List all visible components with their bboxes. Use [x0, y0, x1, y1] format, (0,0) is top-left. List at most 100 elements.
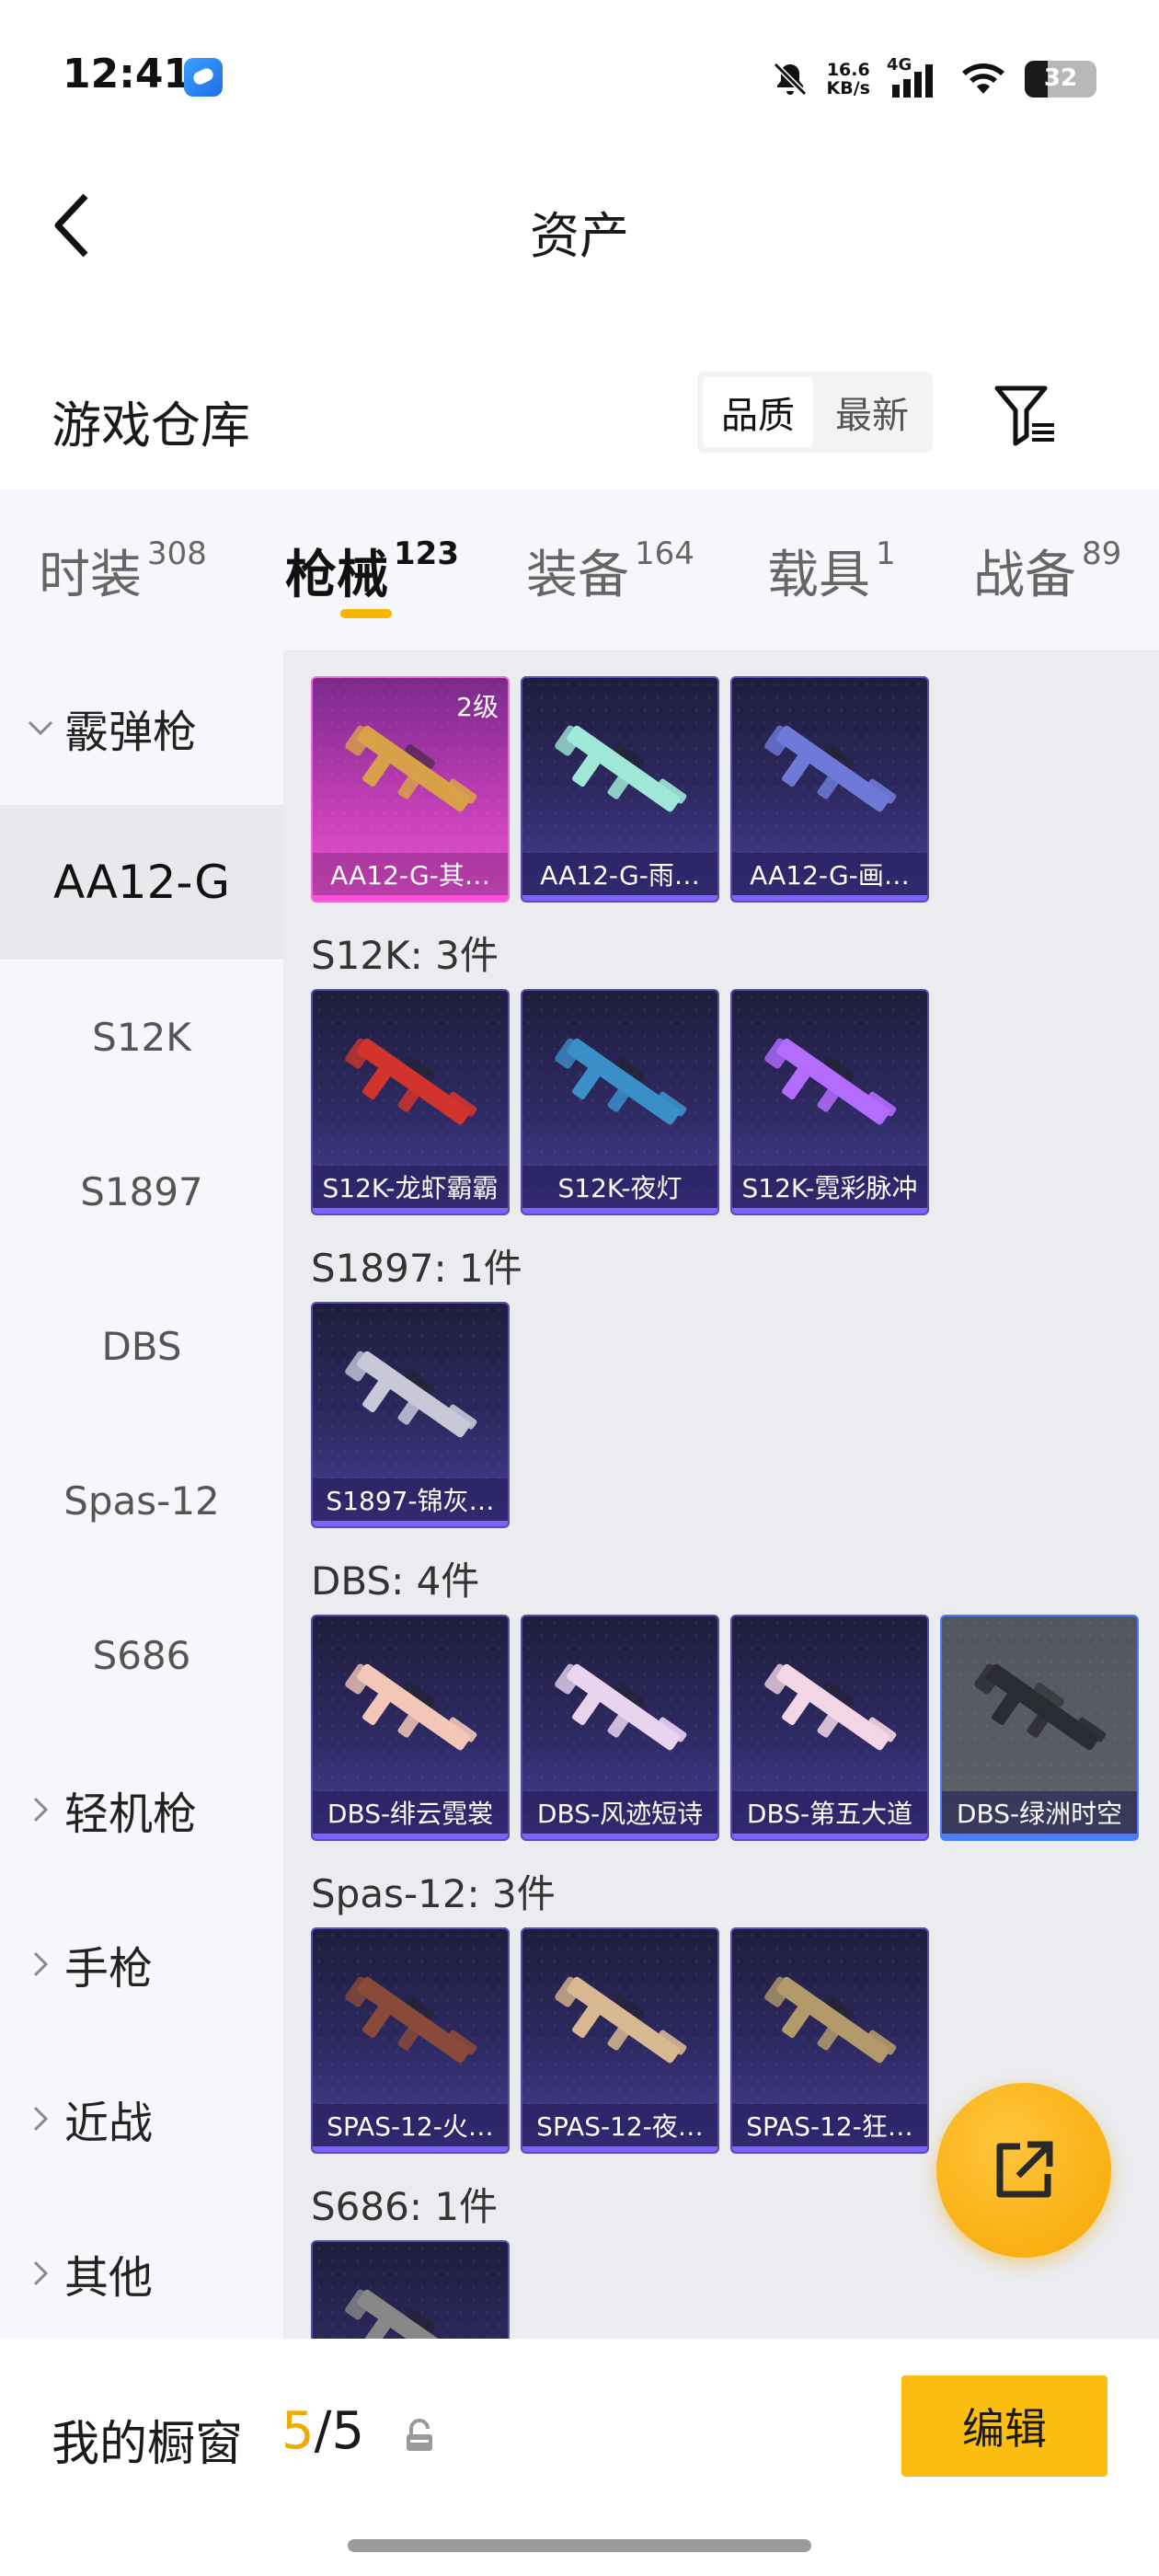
group-title: S1897: 1件	[311, 1246, 522, 1291]
weapon-skin-name: S12K-霓彩脉冲	[732, 1166, 927, 1213]
rarity-bar	[313, 895, 508, 901]
weapon-image	[345, 1038, 477, 1125]
app-notification-icon	[184, 58, 223, 97]
weapon-image	[764, 1976, 897, 2064]
status-icons: 16.6 KB/s 4G 32	[770, 52, 1096, 107]
weapon-skin-card[interactable]: AA12-G-雨…	[521, 676, 719, 903]
sidebar-item-s12k[interactable]: S12K	[0, 960, 283, 1114]
tab-equipment[interactable]: 装备 164	[526, 534, 694, 608]
weapon-image	[764, 725, 897, 812]
weapon-skin-name: AA12-G-其…	[313, 853, 508, 901]
weapon-image	[345, 2289, 471, 2339]
tab-tactical[interactable]: 战备 89	[973, 534, 1121, 608]
tab-count: 308	[147, 535, 207, 572]
weapon-skin-card[interactable]: DBS-绿洲时空	[940, 1615, 1139, 1841]
sidebar-item-aa12g[interactable]: AA12-G	[0, 805, 283, 960]
lock-icon	[407, 2419, 432, 2451]
battery-icon: 32	[1025, 61, 1096, 98]
rarity-bar	[522, 1834, 717, 1839]
group-title: Spas-12: 3件	[311, 1871, 556, 1916]
tab-count: 89	[1082, 535, 1122, 572]
tab-firearms[interactable]: 枪械 123	[285, 534, 459, 608]
sidebar-category-pistol[interactable]: 手枪	[0, 1887, 283, 2041]
bottom-bar: 我的橱窗 5/5 编辑	[0, 2339, 1159, 2576]
tab-count: 123	[394, 535, 459, 572]
rarity-bar	[732, 2146, 927, 2152]
weapon-skin-card[interactable]	[311, 2240, 510, 2339]
rarity-bar	[732, 1834, 927, 1839]
weapon-skin-name: AA12-G-画…	[732, 853, 927, 901]
weapon-image	[555, 1038, 687, 1125]
network-speed: 16.6 KB/s	[827, 61, 870, 98]
sort-by-newest[interactable]: 最新	[817, 377, 927, 447]
sidebar-category-label: 霰弹枪	[64, 707, 198, 758]
weapon-skin-name: S12K-夜灯	[522, 1166, 717, 1213]
rarity-bar	[313, 1521, 508, 1526]
weapon-image	[974, 1663, 1107, 1751]
weapon-skin-card[interactable]: S12K-龙虾霸霸	[311, 989, 510, 1215]
sort-by-quality[interactable]: 品质	[703, 377, 813, 447]
status-bar: 12:41 16.6 KB/s 4G 32	[0, 0, 1159, 156]
share-button[interactable]	[936, 2083, 1111, 2258]
active-tab-indicator	[340, 609, 392, 618]
weapon-skin-name: DBS-第五大道	[732, 1791, 927, 1839]
sidebar-item-dbs[interactable]: DBS	[0, 1269, 283, 1423]
tab-fashion[interactable]: 时装 308	[39, 534, 207, 608]
sidebar-category-lmg[interactable]: 轻机枪	[0, 1732, 283, 1887]
tab-label: 装备	[526, 546, 629, 605]
weapon-skin-name: AA12-G-雨…	[522, 853, 717, 901]
weapon-skin-card[interactable]: S12K-霓彩脉冲	[730, 989, 929, 1215]
weapon-image	[555, 725, 687, 812]
weapon-skin-card[interactable]: DBS-第五大道	[730, 1615, 929, 1841]
weapon-skin-card[interactable]: SPAS-12-狂…	[730, 1927, 929, 2154]
sidebar-category-shotgun[interactable]: 霰弹枪	[0, 650, 283, 805]
weapon-skin-card[interactable]: SPAS-12-火…	[311, 1927, 510, 2154]
group-title: S686: 1件	[311, 2184, 499, 2229]
rarity-bar	[522, 2146, 717, 2152]
page-title: 资产	[530, 207, 629, 265]
sidebar-item-spas12[interactable]: Spas-12	[0, 1423, 283, 1578]
rarity-bar	[313, 1834, 508, 1839]
weapon-skin-card[interactable]: 2级 AA12-G-其…	[311, 676, 510, 903]
weapon-skin-name: DBS-风迹短诗	[522, 1791, 717, 1839]
weapon-skin-name: SPAS-12-夜…	[522, 2104, 717, 2152]
tab-vehicles[interactable]: 载具 1	[767, 534, 896, 608]
weapon-skin-card[interactable]: AA12-G-画…	[730, 676, 929, 903]
sidebar-category-label: 手枪	[64, 1943, 154, 1995]
weapon-skin-card[interactable]: S12K-夜灯	[521, 989, 719, 1215]
rarity-bar	[313, 2146, 508, 2152]
group-title: S12K: 3件	[311, 933, 499, 978]
weapon-sidebar: 霰弹枪 AA12-G S12K S1897 DBS Spas-12 S686 轻…	[0, 650, 283, 2339]
weapon-skin-card[interactable]: S1897-锦灰…	[311, 1302, 510, 1528]
sidebar-category-label: 轻机枪	[64, 1788, 198, 1840]
weapon-skin-name: DBS-绯云霓裳	[313, 1791, 508, 1839]
category-tabs: 时装 308 枪械 123 装备 164 载具 1 战备 89	[0, 489, 1159, 650]
weapon-skin-card[interactable]: DBS-绯云霓裳	[311, 1615, 510, 1841]
weapon-image	[555, 1976, 687, 2064]
bell-muted-icon	[773, 62, 807, 97]
tab-label: 时装	[39, 546, 142, 605]
sidebar-item-s686[interactable]: S686	[0, 1578, 283, 1732]
chevron-right-icon	[33, 1951, 49, 1977]
wifi-icon	[962, 63, 1004, 94]
tab-count: 164	[635, 535, 694, 572]
weapon-image	[764, 1663, 897, 1751]
edit-button[interactable]: 编辑	[901, 2375, 1107, 2477]
network-speed-unit: KB/s	[826, 78, 870, 98]
weapon-skin-name: S12K-龙虾霸霸	[313, 1166, 508, 1213]
sidebar-category-other[interactable]: 其他	[0, 2196, 283, 2351]
weapon-skin-card[interactable]: DBS-风迹短诗	[521, 1615, 719, 1841]
weapon-image	[345, 1976, 477, 2064]
rarity-bar	[522, 895, 717, 901]
showcase-count: 5/5	[281, 2401, 364, 2461]
showcase-used: 5	[281, 2401, 315, 2461]
rarity-bar	[313, 1208, 508, 1213]
weapon-skin-card[interactable]: SPAS-12-夜…	[521, 1927, 719, 2154]
filter-icon[interactable]	[992, 383, 1058, 447]
sidebar-item-s1897[interactable]: S1897	[0, 1114, 283, 1269]
share-external-icon	[996, 2141, 1053, 2198]
sidebar-category-melee[interactable]: 近战	[0, 2041, 283, 2196]
tab-label: 枪械	[285, 546, 388, 605]
showcase-total: 5	[331, 2401, 365, 2461]
chevron-right-icon	[33, 2260, 49, 2286]
